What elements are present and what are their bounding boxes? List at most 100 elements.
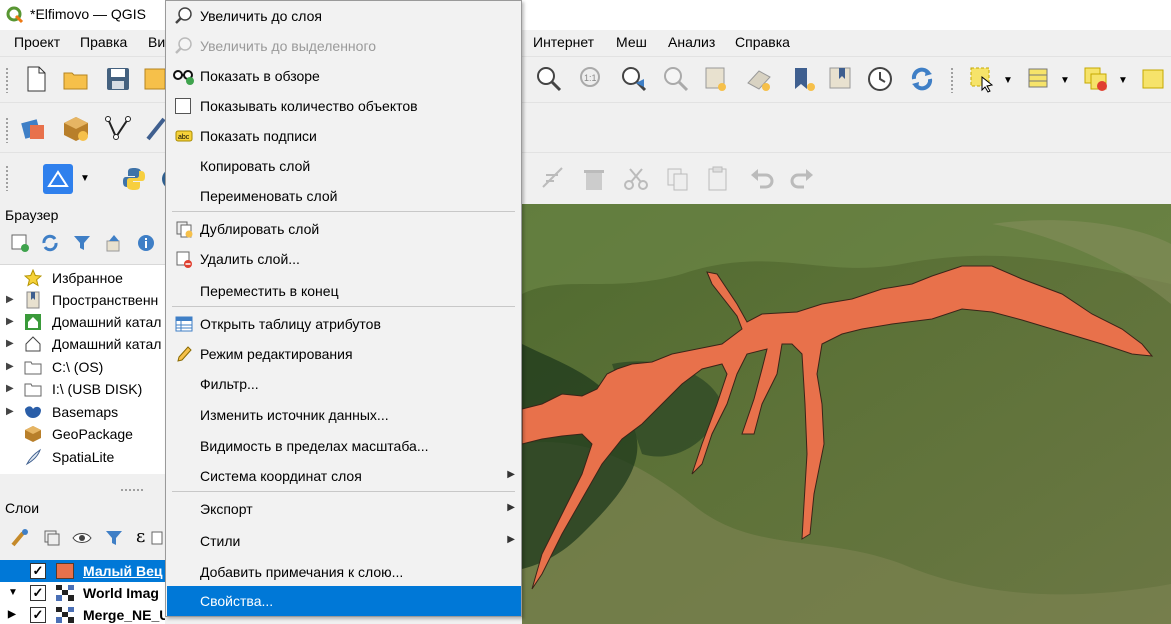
data-source-manager-icon[interactable] bbox=[20, 115, 48, 143]
save-project-icon[interactable] bbox=[104, 65, 132, 93]
eye-icon[interactable] bbox=[72, 528, 92, 548]
bookmarks-panel-icon[interactable] bbox=[826, 65, 854, 93]
redo-icon[interactable] bbox=[788, 165, 816, 193]
chevron-down-icon[interactable]: ▼ bbox=[1003, 75, 1013, 86]
browser-item-drive-i[interactable]: ▶ I:\ (USB DISK) bbox=[0, 378, 165, 400]
menu-mesh[interactable]: Меш bbox=[616, 34, 647, 50]
select-features-icon[interactable] bbox=[968, 65, 996, 93]
expression-filter-icon[interactable]: ε bbox=[136, 526, 145, 547]
menu-view[interactable]: Ви bbox=[148, 34, 165, 50]
undo-icon[interactable] bbox=[748, 165, 776, 193]
menu-item-toggle-editing[interactable]: Режим редактирования bbox=[167, 339, 521, 369]
spatial-bookmark-icon[interactable] bbox=[790, 65, 818, 93]
map-canvas[interactable] bbox=[522, 204, 1171, 624]
expand-arrow-icon[interactable]: ▶ bbox=[6, 338, 14, 349]
open-project-icon[interactable] bbox=[62, 65, 90, 93]
plugin-button[interactable] bbox=[43, 164, 73, 194]
paste-features-icon[interactable] bbox=[704, 165, 732, 193]
new-geopackage-icon[interactable] bbox=[62, 115, 90, 143]
menu-item-show-in-overview[interactable]: Показать в обзоре bbox=[167, 61, 521, 91]
menu-item-duplicate-layer[interactable]: Дублировать слой bbox=[167, 214, 521, 244]
toolbar-grip[interactable] bbox=[5, 117, 9, 143]
show-bookmarks-icon[interactable] bbox=[745, 65, 773, 93]
browser-item-favorites[interactable]: Избранное bbox=[0, 267, 165, 289]
browser-item-spatial-bookmarks[interactable]: ▶ Пространственн bbox=[0, 289, 165, 311]
menu-item-styles[interactable]: Стили ▶ bbox=[167, 526, 521, 556]
zoom-next-icon[interactable] bbox=[662, 65, 690, 93]
layer-name[interactable]: World Imag bbox=[83, 585, 159, 601]
menu-item-open-attribute-table[interactable]: Открыть таблицу атрибутов bbox=[167, 309, 521, 339]
add-selected-layers-icon[interactable] bbox=[10, 233, 30, 253]
collapse-all-icon[interactable] bbox=[104, 233, 124, 253]
browser-item-basemaps[interactable]: ▶ Basemaps bbox=[0, 401, 165, 423]
temporal-controller-icon[interactable] bbox=[866, 65, 894, 93]
browser-item-drive-c[interactable]: ▶ C:\ (OS) bbox=[0, 356, 165, 378]
expand-arrow-icon[interactable]: ▶ bbox=[6, 361, 14, 372]
splitter-handle[interactable] bbox=[120, 488, 144, 492]
toolbar-grip[interactable] bbox=[5, 165, 9, 191]
menu-item-move-to-bottom[interactable]: Переместить в конец bbox=[167, 276, 521, 306]
copy-features-icon[interactable] bbox=[664, 165, 692, 193]
new-bookmark-icon[interactable] bbox=[702, 65, 730, 93]
menu-item-export[interactable]: Экспорт ▶ bbox=[167, 494, 521, 524]
refresh-icon[interactable] bbox=[908, 65, 936, 93]
expand-arrow-icon[interactable]: ▶ bbox=[6, 383, 14, 394]
cut-features-icon[interactable] bbox=[622, 165, 650, 193]
filter-icon[interactable] bbox=[72, 233, 92, 253]
menu-item-show-feature-count[interactable]: Показывать количество объектов bbox=[167, 91, 521, 121]
select-by-attribute-icon[interactable] bbox=[1025, 65, 1053, 93]
browser-item-spatialite[interactable]: SpatiaLite bbox=[0, 446, 165, 468]
digitize-vertices-icon[interactable] bbox=[104, 115, 132, 143]
chevron-down-icon[interactable]: ▼ bbox=[80, 173, 90, 184]
menu-web[interactable]: Интернет bbox=[533, 34, 594, 50]
menu-item-copy-layer[interactable]: Копировать слой bbox=[167, 151, 521, 181]
menu-item-scale-visibility[interactable]: Видимость в пределах масштаба... bbox=[167, 431, 521, 461]
menu-item-filter[interactable]: Фильтр... bbox=[167, 369, 521, 399]
menu-item-rename-layer[interactable]: Переименовать слой bbox=[167, 181, 521, 211]
browser-item-home-2[interactable]: ▶ Домашний катал bbox=[0, 333, 165, 355]
deselect-features-icon[interactable] bbox=[1082, 65, 1110, 93]
zoom-last-icon[interactable] bbox=[620, 65, 648, 93]
browser-item-geopackage[interactable]: GeoPackage bbox=[0, 423, 165, 445]
menu-help[interactable]: Справка bbox=[735, 34, 790, 50]
menu-item-add-layer-notes[interactable]: Добавить примечания к слою... bbox=[167, 557, 521, 587]
menu-item-properties[interactable]: Свойства... bbox=[167, 586, 521, 616]
layer-row-merge-ne-utm[interactable]: ▶ ✓ Merge_NE_UTM bbox=[0, 604, 165, 624]
toolbar-grip[interactable] bbox=[950, 67, 954, 93]
menu-project[interactable]: Проект bbox=[14, 34, 60, 50]
add-group-icon[interactable] bbox=[42, 528, 62, 548]
expand-arrow-icon[interactable]: ▶ bbox=[6, 406, 14, 417]
layer-visibility-checkbox[interactable]: ✓ bbox=[30, 607, 46, 623]
style-manager-icon[interactable] bbox=[10, 528, 30, 548]
vertex-tool-icon[interactable] bbox=[540, 165, 568, 193]
layer-row-maly-vets[interactable]: ✓ Малый Вец bbox=[0, 560, 165, 582]
menu-item-change-data-source[interactable]: Изменить источник данных... bbox=[167, 400, 521, 430]
expand-arrow-icon[interactable]: ▶ bbox=[6, 294, 14, 305]
layer-name[interactable]: Малый Вец bbox=[83, 563, 162, 579]
info-icon[interactable] bbox=[136, 233, 156, 253]
layer-visibility-checkbox[interactable]: ✓ bbox=[30, 563, 46, 579]
menu-item-zoom-to-layer[interactable]: Увеличить до слоя bbox=[167, 1, 521, 31]
menu-item-remove-layer[interactable]: Удалить слой... bbox=[167, 244, 521, 274]
chevron-down-icon[interactable]: ▼ bbox=[1060, 75, 1070, 86]
layer-visibility-checkbox[interactable]: ✓ bbox=[30, 585, 46, 601]
menu-item-layer-crs[interactable]: Система координат слоя ▶ bbox=[167, 461, 521, 491]
collapse-arrow-icon[interactable]: ▼ bbox=[8, 587, 18, 598]
layer-name[interactable]: Merge_NE_UTM bbox=[83, 607, 165, 623]
python-console-icon[interactable] bbox=[120, 165, 148, 193]
chevron-down-icon[interactable]: ▼ bbox=[1118, 75, 1128, 86]
zoom-in-icon[interactable] bbox=[535, 65, 563, 93]
delete-selected-icon[interactable] bbox=[580, 165, 608, 193]
menu-item-zoom-to-selection[interactable]: Увеличить до выделенного bbox=[167, 31, 521, 61]
expand-arrow-icon[interactable]: ▶ bbox=[8, 609, 16, 620]
expand-all-icon[interactable] bbox=[150, 528, 164, 548]
new-project-icon[interactable] bbox=[22, 65, 50, 93]
menu-edit[interactable]: Правка bbox=[80, 34, 127, 50]
refresh-icon[interactable] bbox=[40, 233, 60, 253]
menu-analysis[interactable]: Анализ bbox=[668, 34, 715, 50]
browser-item-home[interactable]: ▶ Домашний катал bbox=[0, 311, 165, 333]
menu-item-show-labels[interactable]: abc Показать подписи bbox=[167, 121, 521, 151]
expand-arrow-icon[interactable]: ▶ bbox=[6, 316, 14, 327]
select-all-icon[interactable] bbox=[1140, 65, 1168, 93]
zoom-native-icon[interactable]: 1:1 bbox=[578, 65, 606, 93]
